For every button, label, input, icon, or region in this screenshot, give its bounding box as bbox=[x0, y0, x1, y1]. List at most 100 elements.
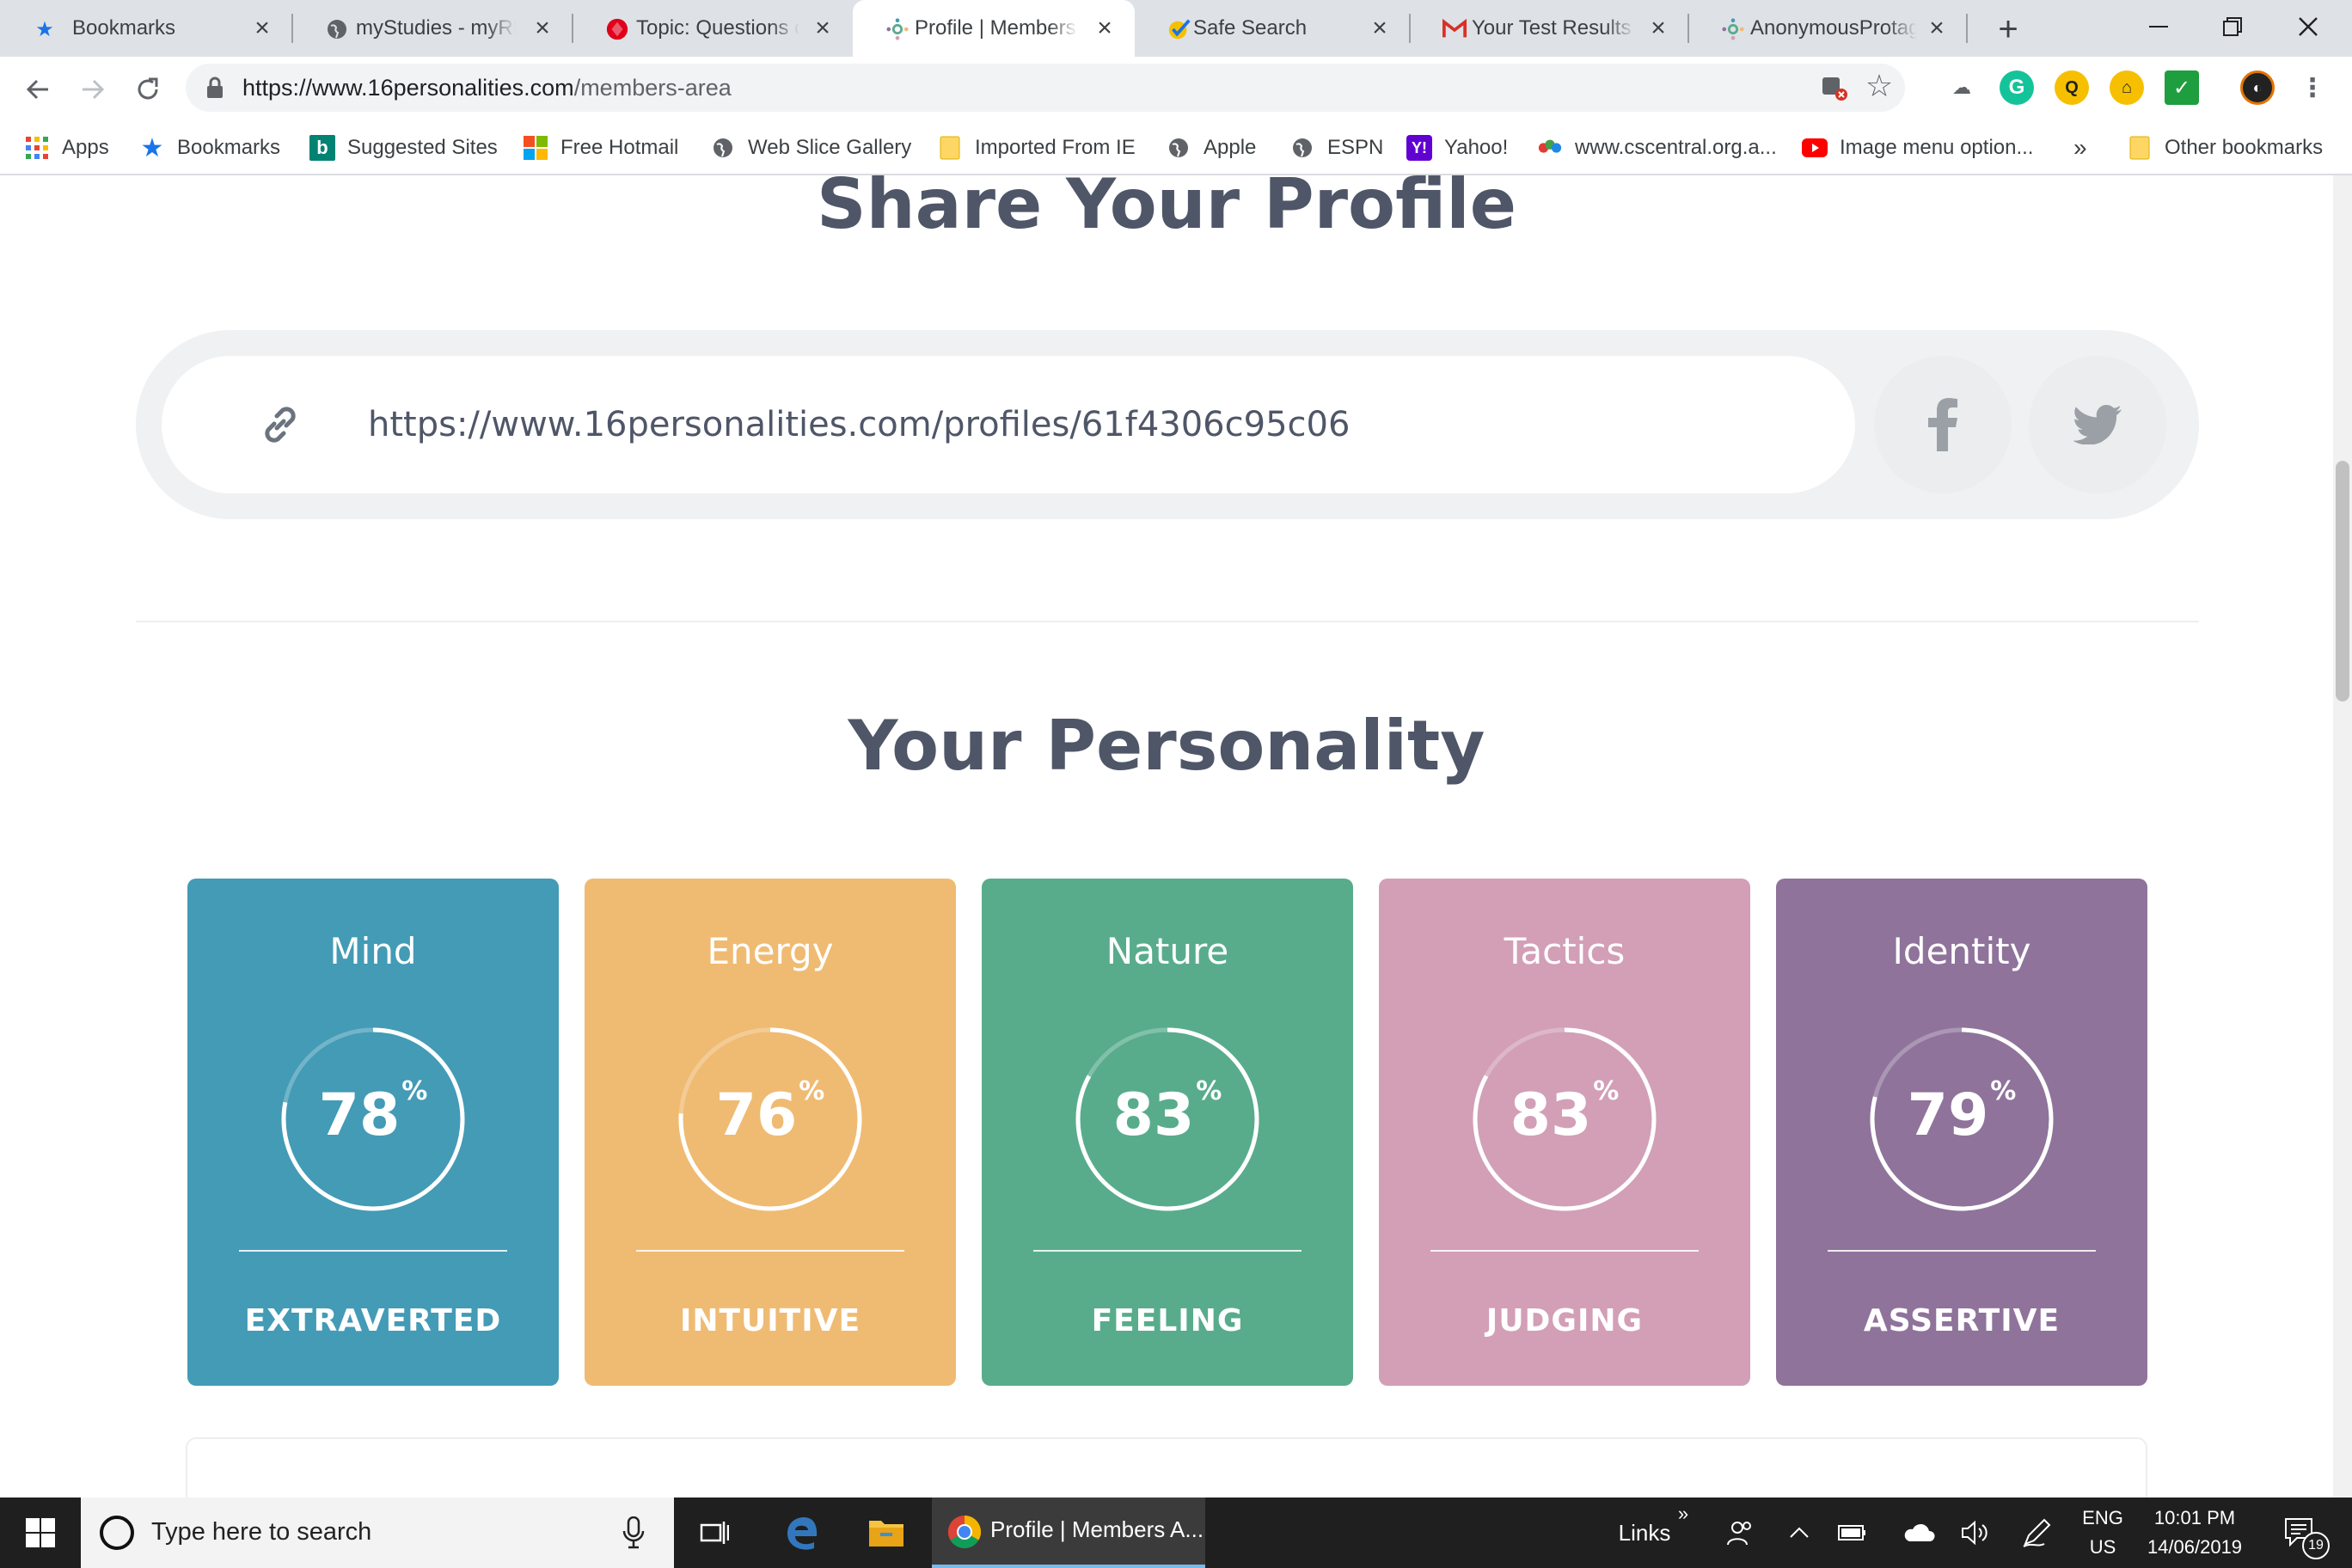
browser-tab[interactable]: Your Test Results - × bbox=[1410, 0, 1689, 57]
tab-separator bbox=[1966, 14, 1968, 43]
chrome-taskbar-button[interactable]: Profile | Members A... bbox=[932, 1498, 1205, 1568]
twitter-icon bbox=[2073, 405, 2122, 444]
folder-icon bbox=[869, 1521, 903, 1547]
percent-sign: % bbox=[401, 1076, 428, 1106]
clock[interactable]: 10:01 PM 14/06/2019 bbox=[2137, 1498, 2252, 1568]
close-tab-icon[interactable]: × bbox=[528, 14, 557, 43]
minimize-button[interactable] bbox=[2120, 0, 2197, 53]
task-view-button[interactable] bbox=[677, 1498, 751, 1568]
show-hidden-icons-button[interactable] bbox=[1778, 1498, 1821, 1568]
bookmark-free-hotmail[interactable]: Free Hotmail bbox=[523, 132, 678, 163]
translate-blocked-icon[interactable] bbox=[1821, 74, 1848, 101]
bookmark-web-slice-gallery[interactable]: Web Slice Gallery bbox=[710, 132, 911, 163]
search-extension-icon[interactable]: Q bbox=[2055, 70, 2089, 105]
scrollbar-thumb[interactable] bbox=[2336, 461, 2349, 701]
profile-url-text[interactable]: https://www.16personalities.com/profiles… bbox=[368, 401, 1350, 449]
trait-card-mind[interactable]: Mind 78% EXTRAVERTED bbox=[187, 879, 559, 1386]
link-icon bbox=[265, 407, 296, 443]
close-tab-icon[interactable]: × bbox=[1365, 14, 1394, 43]
bookmark-bookmarks[interactable]: ★ Bookmarks bbox=[139, 132, 281, 163]
edge-taskbar-button[interactable] bbox=[765, 1498, 839, 1568]
bookmark-apps[interactable]: Apps bbox=[24, 132, 109, 163]
close-tab-icon[interactable]: × bbox=[1644, 14, 1673, 43]
trait-card-identity[interactable]: Identity 79% ASSERTIVE bbox=[1776, 879, 2147, 1386]
windows-logo-icon bbox=[26, 1518, 55, 1547]
battery-icon bbox=[1838, 1525, 1865, 1540]
volume-button[interactable] bbox=[1950, 1498, 2001, 1568]
close-tab-icon[interactable]: × bbox=[1922, 14, 1951, 43]
bookmark-yahoo[interactable]: Y! Yahoo! bbox=[1406, 132, 1508, 163]
card-divider bbox=[1828, 1250, 2096, 1252]
close-window-button[interactable] bbox=[2269, 0, 2347, 53]
start-button[interactable] bbox=[0, 1498, 81, 1568]
facebook-icon bbox=[1928, 398, 1957, 451]
taskbar-search-box[interactable]: Type here to search bbox=[81, 1498, 674, 1568]
trait-card-energy[interactable]: Energy 76% INTUITIVE bbox=[585, 879, 956, 1386]
tab-title: Topic: Questions on bbox=[636, 16, 799, 40]
bookmark-apple[interactable]: Apple bbox=[1166, 132, 1256, 163]
browser-tab[interactable]: AnonymousProtagonist × bbox=[1688, 0, 1968, 57]
close-tab-icon[interactable]: × bbox=[1090, 14, 1119, 43]
bookmark-star-icon[interactable]: ☆ bbox=[1862, 68, 1896, 103]
links-overflow-chevron[interactable]: » bbox=[1673, 1479, 1694, 1549]
pen-workspace-button[interactable] bbox=[2010, 1498, 2063, 1568]
your-personality-heading: Your Personality bbox=[848, 706, 1485, 786]
forward-button[interactable] bbox=[74, 70, 112, 108]
action-center-button[interactable]: 19 bbox=[2266, 1498, 2335, 1568]
back-button[interactable] bbox=[19, 70, 57, 108]
battery-button[interactable] bbox=[1826, 1498, 1877, 1568]
vertical-scrollbar[interactable] bbox=[2333, 175, 2352, 1498]
trait-card-nature[interactable]: Nature 83% FEELING bbox=[982, 879, 1353, 1386]
yahoo-icon: Y! bbox=[1406, 135, 1432, 161]
percent-sign: % bbox=[799, 1076, 825, 1106]
trait-percent: 79% bbox=[1776, 1076, 2147, 1150]
facebook-share-button[interactable] bbox=[1874, 356, 2012, 493]
onedrive-button[interactable] bbox=[1893, 1498, 1945, 1568]
trait-card-tactics[interactable]: Tactics 83% JUDGING bbox=[1379, 879, 1750, 1386]
twitter-share-button[interactable] bbox=[2029, 356, 2166, 493]
browser-tab[interactable]: ★ Bookmarks × bbox=[0, 0, 293, 57]
bookmark-imported-from-ie[interactable]: Imported From IE bbox=[937, 132, 1136, 163]
reload-button[interactable] bbox=[129, 70, 167, 108]
page-content: Share Your Profile https://www.16persona… bbox=[0, 175, 2352, 1498]
reload-icon bbox=[138, 77, 158, 100]
lock-icon bbox=[207, 77, 223, 98]
close-tab-icon[interactable]: × bbox=[248, 14, 277, 43]
browser-tab[interactable]: Safe Search × bbox=[1135, 0, 1411, 57]
microphone-icon[interactable] bbox=[622, 1516, 645, 1549]
chrome-menu-icon[interactable]: ⋮ bbox=[2295, 70, 2330, 105]
tab-title: Profile | Members Area bbox=[915, 16, 1078, 40]
bookmarks-overflow-chevron[interactable]: » bbox=[2073, 132, 2087, 163]
trait-category: Identity bbox=[1892, 930, 2031, 972]
browser-tab[interactable]: myStudies - myRMIT × bbox=[292, 0, 573, 57]
bookmarks-bar: Apps ★ Bookmarks b Suggested Sites Free … bbox=[0, 120, 2352, 175]
trait-percent-value: 78 bbox=[318, 1081, 401, 1149]
bookmark-label: Imported From IE bbox=[975, 136, 1136, 159]
percent-sign: % bbox=[1593, 1076, 1620, 1106]
links-label: Links bbox=[1618, 1519, 1671, 1546]
extension-cloud-icon[interactable]: ☁ bbox=[1945, 70, 1979, 105]
input-language-indicator[interactable]: ENG US bbox=[2068, 1498, 2137, 1568]
bookmark-suggested-sites[interactable]: b Suggested Sites bbox=[309, 132, 498, 163]
profile-avatar[interactable]: ◐ bbox=[2240, 70, 2275, 105]
browser-tab-active[interactable]: Profile | Members Area × bbox=[853, 0, 1135, 57]
new-tab-button[interactable]: + bbox=[1989, 10, 2027, 48]
speaker-icon bbox=[1962, 1520, 1988, 1546]
address-bar[interactable]: https://www.16personalities.com/members-… bbox=[186, 64, 1905, 112]
bookmark-other-bookmarks[interactable]: Other bookmarks bbox=[2127, 132, 2323, 163]
grammarly-icon[interactable]: G bbox=[2000, 70, 2034, 105]
profile-url-field[interactable]: https://www.16personalities.com/profiles… bbox=[162, 356, 1855, 493]
file-explorer-button[interactable] bbox=[849, 1498, 923, 1568]
trait-percent: 76% bbox=[585, 1076, 956, 1150]
restore-button[interactable] bbox=[2194, 0, 2271, 53]
trait-category: Mind bbox=[329, 930, 417, 972]
home-extension-icon[interactable]: ⌂ bbox=[2110, 70, 2144, 105]
bookmark-espn[interactable]: ESPN bbox=[1289, 132, 1383, 163]
bookmark-image-menu-option[interactable]: Image menu option... bbox=[1802, 132, 2033, 163]
close-tab-icon[interactable]: × bbox=[808, 14, 837, 43]
links-toolbar[interactable]: Links bbox=[1606, 1498, 1683, 1568]
browser-tab[interactable]: Topic: Questions on × bbox=[573, 0, 853, 57]
checkmark-extension-icon[interactable]: ✓ bbox=[2165, 70, 2199, 105]
bookmark-cscentral[interactable]: www.cscentral.org.a... bbox=[1537, 132, 1777, 163]
people-button[interactable] bbox=[1711, 1498, 1771, 1568]
